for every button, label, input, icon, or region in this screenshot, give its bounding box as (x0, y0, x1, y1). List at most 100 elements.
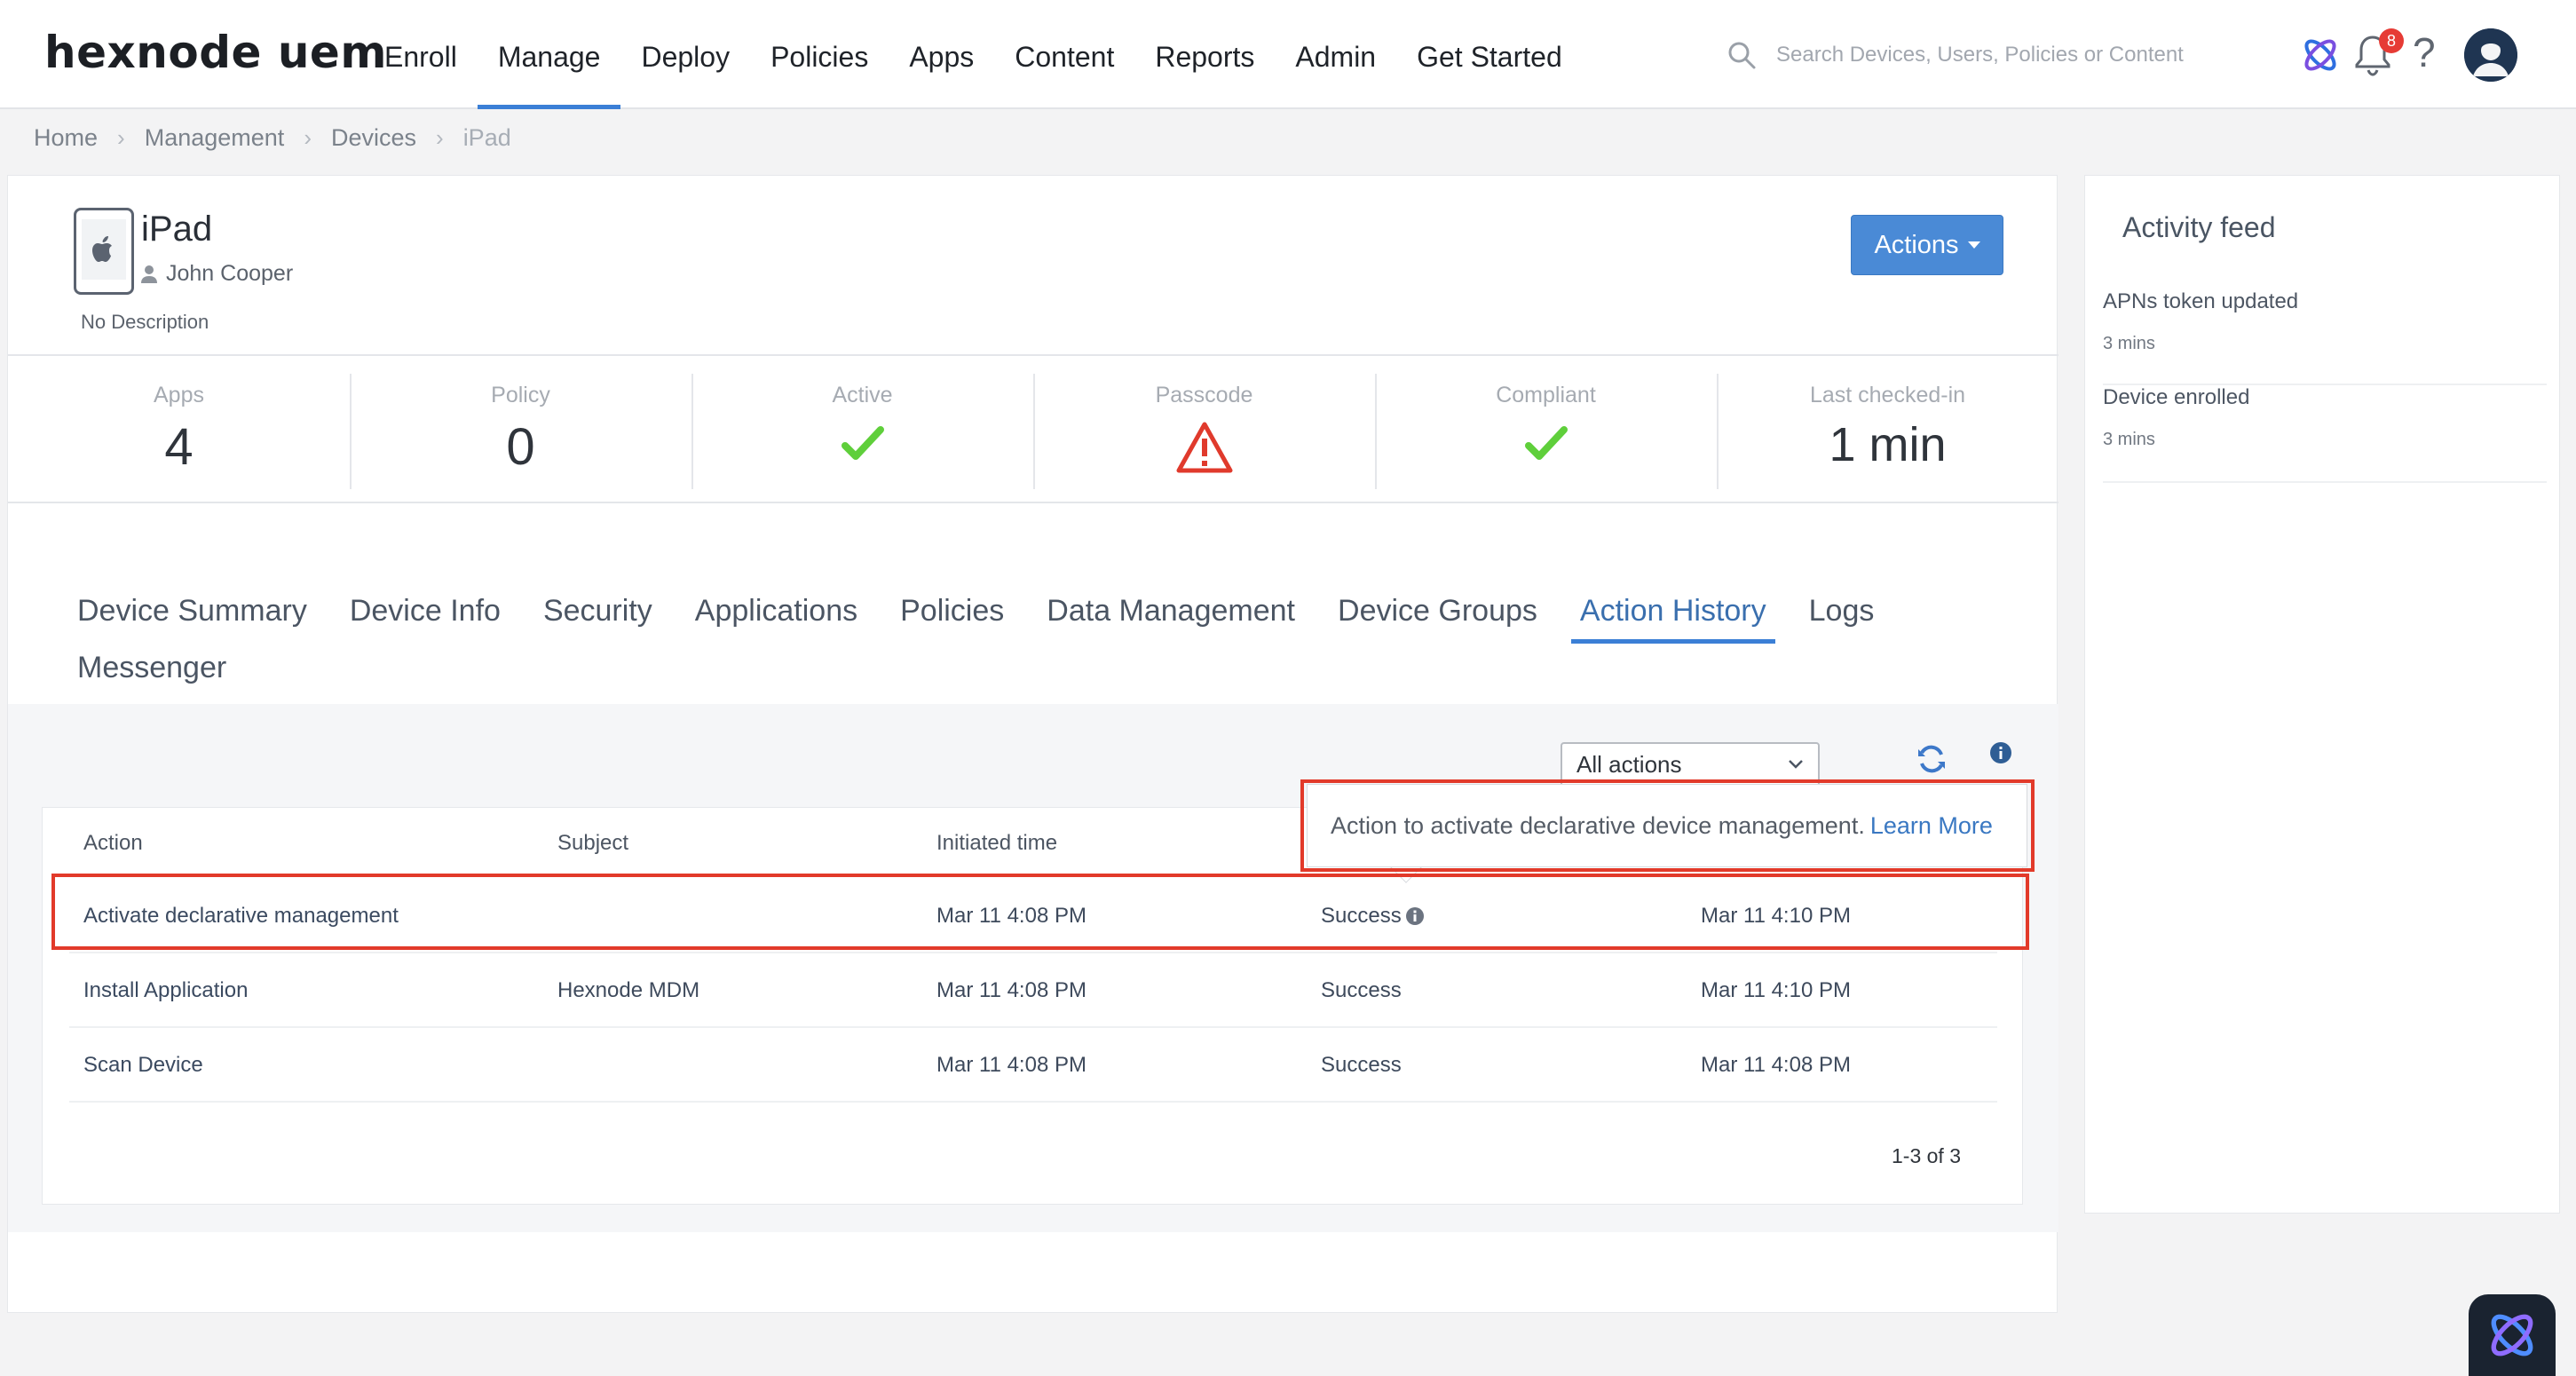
device-user-name[interactable]: John Cooper (166, 261, 293, 287)
learn-more-link[interactable]: Learn More (1870, 812, 1993, 840)
info-icon[interactable] (1405, 906, 1425, 926)
hexnode-atom-icon (2491, 1314, 2533, 1356)
device-description: No Description (81, 311, 209, 333)
stat-value: 1 min (1829, 418, 1947, 471)
activity-feed-title: Activity feed (2122, 211, 2276, 243)
check-icon (1524, 426, 1568, 460)
stat-compliant: Compliant (1375, 356, 1717, 502)
activity-feed: Activity feed APNs token updated 3 mins … (2084, 175, 2560, 1214)
tab-policies[interactable]: Policies (900, 587, 1004, 644)
tab-device-info[interactable]: Device Info (350, 587, 501, 644)
info-icon (1990, 742, 2011, 763)
help-icon[interactable]: ? (2413, 30, 2436, 75)
refresh-icon (1918, 745, 1945, 773)
table-row[interactable]: Scan Device Mar 11 4:08 PM Success Mar 1… (69, 1028, 1997, 1103)
apple-logo-icon (92, 236, 112, 262)
table-row[interactable]: Activate declarative management Mar 11 4… (69, 879, 1997, 953)
stat-apps[interactable]: Apps 4 (8, 356, 350, 502)
row-action: Install Application (83, 978, 249, 1002)
nav-content[interactable]: Content (994, 0, 1134, 109)
breadcrumb-management[interactable]: Management (145, 124, 285, 152)
row-completed-time: Mar 11 4:08 PM (1701, 1053, 1851, 1077)
feed-item-time: 3 mins (2103, 430, 2155, 449)
column-header-initiated-time[interactable]: Initiated time (936, 831, 1057, 856)
action-filter-select[interactable]: All actions (1561, 742, 1820, 787)
actions-dropdown-button[interactable]: Actions (1851, 215, 2003, 275)
stat-label: Active (832, 383, 893, 407)
device-details-panel: iPad John Cooper No Description Actions … (7, 175, 2058, 1313)
nav-policies[interactable]: Policies (750, 0, 889, 109)
tab-device-summary[interactable]: Device Summary (77, 587, 307, 644)
nav-apps[interactable]: Apps (889, 0, 994, 109)
breadcrumb-current: iPad (462, 124, 511, 151)
nav-enroll[interactable]: Enroll (364, 0, 478, 109)
feed-item-text: APNs token updated (2103, 289, 2299, 313)
device-user: John Cooper (141, 261, 293, 287)
refresh-button[interactable] (1915, 742, 1948, 780)
chevron-down-icon (1789, 760, 1803, 769)
search-input[interactable] (1776, 43, 2202, 67)
nav-manage[interactable]: Manage (477, 0, 621, 109)
check-icon (841, 426, 884, 460)
stat-last-checked-in: Last checked-in 1 min (1717, 356, 2058, 502)
status-info-tooltip: Action to activate declarative device ma… (1307, 784, 2027, 867)
notification-badge: 8 (2379, 28, 2404, 53)
column-header-subject[interactable]: Subject (557, 831, 628, 856)
row-completed-time: Mar 11 4:10 PM (1701, 904, 1851, 928)
tab-logs[interactable]: Logs (1809, 587, 1875, 644)
row-initiated-time: Mar 11 4:08 PM (936, 1053, 1087, 1077)
breadcrumb-devices[interactable]: Devices (331, 124, 416, 152)
stat-passcode: Passcode (1033, 356, 1375, 502)
stat-label: Passcode (1155, 383, 1253, 407)
feed-item-time: 3 mins (2103, 334, 2155, 353)
row-completed-time: Mar 11 4:10 PM (1701, 978, 1851, 1002)
ipad-device-icon (74, 208, 134, 295)
stat-value: 0 (506, 418, 535, 476)
tab-device-groups[interactable]: Device Groups (1338, 587, 1537, 644)
chevron-right-icon: › (304, 124, 312, 151)
search-icon (1728, 42, 1756, 69)
breadcrumb-home[interactable]: Home (34, 124, 98, 152)
feed-item[interactable]: Device enrolled 3 mins (2103, 385, 2547, 483)
top-navigation-bar: hexnode uem Enroll Manage Deploy Policie… (0, 0, 2576, 109)
nav-get-started[interactable]: Get Started (1396, 0, 1583, 109)
row-status: Success (1321, 978, 1402, 1002)
hexnode-assistant-button[interactable] (2469, 1294, 2556, 1376)
chevron-right-icon: › (117, 124, 125, 151)
row-action: Activate declarative management (83, 904, 399, 928)
breadcrumb: Home › Management › Devices › iPad (34, 124, 511, 152)
notifications-button[interactable]: 8 (2352, 28, 2406, 82)
hexnode-logo[interactable]: hexnode uem (44, 27, 387, 78)
caret-down-icon (1967, 241, 1980, 249)
nav-admin[interactable]: Admin (1275, 0, 1396, 109)
feed-item-text: Device enrolled (2103, 385, 2250, 409)
table-row[interactable]: Install Application Hexnode MDM Mar 11 4… (69, 953, 1997, 1028)
global-search (1727, 37, 2224, 73)
actions-label: Actions (1874, 230, 1959, 259)
stat-label: Policy (491, 383, 550, 407)
user-avatar[interactable] (2464, 28, 2517, 82)
nav-deploy[interactable]: Deploy (620, 0, 750, 109)
warning-icon (1176, 422, 1232, 473)
stat-label: Compliant (1496, 383, 1596, 407)
nav-reports[interactable]: Reports (1134, 0, 1275, 109)
help-info-icon[interactable] (1989, 741, 2012, 769)
device-stats: Apps 4 Policy 0 Active Passcode Complian… (8, 354, 2058, 503)
device-name: iPad (141, 210, 213, 249)
tab-security[interactable]: Security (543, 587, 652, 644)
chevron-right-icon: › (436, 124, 444, 151)
device-tabs: Device Summary Device Info Security Appl… (77, 587, 2030, 700)
stat-policy[interactable]: Policy 0 (350, 356, 691, 502)
tab-applications[interactable]: Applications (695, 587, 857, 644)
feed-item[interactable]: APNs token updated 3 mins (2103, 289, 2547, 385)
tooltip-text: Action to activate declarative device ma… (1331, 811, 1865, 839)
tab-messenger[interactable]: Messenger (77, 644, 226, 700)
row-status-text: Success (1321, 904, 1402, 928)
main-nav: Enroll Manage Deploy Policies Apps Conte… (364, 0, 1583, 109)
hexnode-atom-icon[interactable] (2299, 34, 2342, 81)
column-header-action[interactable]: Action (83, 831, 143, 856)
tab-data-management[interactable]: Data Management (1047, 587, 1295, 644)
tab-action-history[interactable]: Action History (1570, 587, 1775, 644)
user-icon (141, 265, 157, 283)
stat-active: Active (691, 356, 1033, 502)
